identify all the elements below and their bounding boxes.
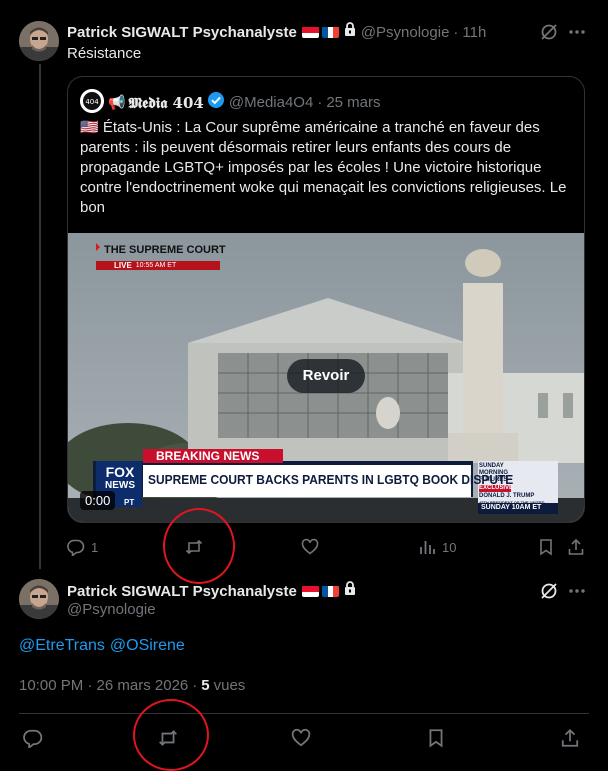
- tweet-timestamp[interactable]: 10:00 PM · 26 mars 2026: [19, 677, 188, 694]
- fox-line1: FOX: [105, 464, 135, 480]
- fox-logo: FOX NEWS: [98, 465, 142, 493]
- avatar[interactable]: [19, 579, 59, 619]
- lock-icon: [343, 22, 357, 42]
- share-icon: [567, 538, 585, 556]
- avatar[interactable]: [19, 21, 59, 61]
- reply-count: 1: [91, 539, 99, 555]
- sidebar-promo: SUNDAY MORNING FUTURES EXCLUSIVE DONALD …: [479, 463, 557, 510]
- separator: ·: [317, 94, 323, 111]
- bookmark-icon: [537, 538, 555, 556]
- tweet-header: Patrick SIGWALT Psychanalyste @Psynologi…: [67, 22, 486, 42]
- replay-button[interactable]: Revoir: [287, 359, 365, 393]
- views-count: 5: [201, 677, 210, 694]
- quote-handle: @Media4O4: [228, 94, 314, 111]
- like-icon[interactable]: [291, 728, 311, 753]
- bookmark-button[interactable]: [537, 538, 555, 556]
- highlight-circle: [133, 699, 209, 771]
- tweet-text: @EtreTrans @OSirene: [19, 637, 185, 655]
- mention-link[interactable]: @EtreTrans: [19, 637, 105, 655]
- author-name[interactable]: Patrick SIGWALT Psychanalyste: [67, 24, 297, 41]
- views-count: 10: [442, 539, 457, 555]
- quote-avatar: 404: [80, 89, 104, 113]
- views-icon: [418, 538, 436, 556]
- promo-time: SUNDAY 10AM ET: [481, 504, 542, 511]
- quote-body: 🇺🇸 États-Unis : La Cour suprême américai…: [80, 119, 567, 216]
- grok-icon[interactable]: [539, 22, 559, 47]
- reply-icon: [67, 538, 85, 556]
- reply-icon[interactable]: [23, 728, 43, 753]
- tweet-text: Résistance: [67, 45, 142, 62]
- author-handle[interactable]: @Psynologie: [361, 24, 450, 41]
- tweet-meta: 10:00 PM · 26 mars 2026 · 5 vues: [19, 677, 245, 694]
- monaco-flag-icon: [301, 26, 319, 38]
- separator: ·: [192, 677, 198, 694]
- quote-card[interactable]: 404 📢 𝕸𝖊𝖉𝖎𝖆 404 @Media4O4 · 25 mars 🇺🇸 É…: [67, 76, 585, 523]
- grok-icon[interactable]: [539, 581, 559, 606]
- promo-name: DONALD J. TRUMP: [479, 493, 535, 499]
- tweet-time[interactable]: 11h: [462, 24, 486, 41]
- live-label: LIVE 10:55 AM ET: [114, 261, 176, 270]
- more-icon[interactable]: [567, 22, 587, 47]
- thread-line: [39, 64, 41, 569]
- live-time: 10:55 AM ET: [135, 262, 177, 269]
- megaphone-icon: 📢: [108, 94, 126, 110]
- bookmark-icon[interactable]: [426, 728, 446, 753]
- promo-exclusive: EXCLUSIVE: [479, 485, 514, 492]
- breaking-label: BREAKING NEWS: [156, 449, 260, 463]
- like-icon: [301, 538, 319, 556]
- live-text: LIVE: [114, 261, 132, 270]
- verified-icon: [207, 91, 225, 114]
- highlight-circle: [163, 508, 235, 584]
- like-button[interactable]: [301, 538, 319, 556]
- promo-show: SUNDAY MORNING FUTURES: [479, 463, 508, 483]
- quote-date: 25 mars: [326, 94, 381, 111]
- lock-icon: [343, 581, 357, 601]
- separator: ·: [453, 23, 459, 41]
- headline: SUPREME COURT BACKS PARENTS IN LGBTQ BOO…: [148, 472, 514, 487]
- views-label: vues: [213, 677, 246, 694]
- share-button[interactable]: [567, 538, 585, 556]
- quote-header: 📢 𝕸𝖊𝖉𝖎𝖆 404 @Media4O4 · 25 mars: [108, 91, 381, 114]
- monaco-flag-icon: [301, 585, 319, 597]
- divider: [19, 713, 589, 714]
- tweet-header: Patrick SIGWALT Psychanalyste: [67, 581, 357, 601]
- svg-text:404: 404: [85, 98, 99, 106]
- views-button[interactable]: 10: [418, 538, 456, 556]
- author-handle[interactable]: @Psynologie: [67, 601, 156, 618]
- action-bar: 1 10: [67, 536, 585, 558]
- mention-link[interactable]: @OSirene: [110, 637, 185, 655]
- video-timestamp: 0:00: [80, 491, 116, 510]
- share-icon[interactable]: [560, 728, 580, 753]
- france-flag-icon: [321, 26, 339, 38]
- more-icon[interactable]: [567, 581, 587, 606]
- video-player[interactable]: THE SUPREME COURT LIVE 10:55 AM ET BREAK…: [68, 233, 584, 522]
- quote-author-name: 𝕸𝖊𝖉𝖎𝖆 404: [128, 93, 204, 112]
- author-name[interactable]: Patrick SIGWALT Psychanalyste: [67, 583, 297, 600]
- chyron-top: THE SUPREME COURT: [104, 244, 226, 256]
- france-flag-icon: [321, 585, 339, 597]
- reply-button[interactable]: 1: [67, 538, 98, 556]
- action-bar: [19, 726, 589, 750]
- pt-label: PT: [124, 498, 135, 507]
